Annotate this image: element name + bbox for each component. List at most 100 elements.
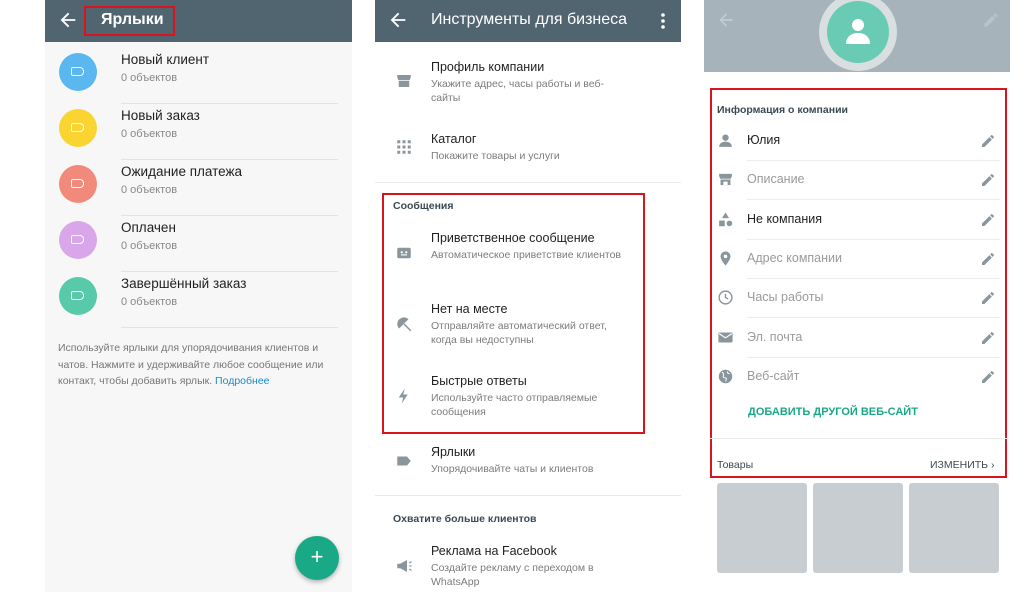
label-list-item[interactable]: Новый клиент 0 объектов: [45, 48, 352, 104]
beach-umbrella-icon: [397, 317, 412, 332]
label-icon: [397, 456, 411, 466]
location-icon: [720, 251, 731, 266]
label-color-circle: [59, 109, 97, 147]
company-info-row[interactable]: Не компания: [704, 201, 1010, 240]
globe-icon: [718, 369, 733, 384]
catalog-grid-icon: [397, 140, 411, 154]
avatar-ring: [819, 0, 897, 71]
label-count: 0 объектов: [121, 72, 178, 84]
divider: [121, 327, 338, 328]
facebook-ads-subtitle: Создайте рекламу с переходом в WhatsApp: [431, 562, 594, 588]
back-arrow-icon[interactable]: [387, 9, 409, 31]
product-tile[interactable]: [717, 483, 807, 573]
label-count: 0 объектов: [121, 128, 178, 140]
business-tools-title: Инструменты для бизнеса: [431, 11, 628, 28]
quick-replies-subtitle: Используйте часто отправляемые сообщения: [431, 392, 598, 418]
company-info-row[interactable]: Веб-сайт: [704, 358, 1010, 397]
lightning-icon: [398, 388, 408, 404]
person-icon: [719, 134, 732, 147]
company-profile-item[interactable]: Профиль компании Укажите адрес, часы раб…: [375, 58, 681, 118]
business-tools-appbar: Инструменты для бизнеса: [375, 0, 681, 42]
label-count: 0 объектов: [121, 184, 178, 196]
edit-cover-icon[interactable]: [982, 11, 1000, 29]
add-label-button[interactable]: +: [295, 536, 339, 580]
company-info-row[interactable]: Эл. почта: [704, 319, 1010, 358]
away-message-item[interactable]: Нет на месте Отправляйте автоматический …: [375, 301, 681, 361]
away-message-title: Нет на месте: [431, 302, 508, 316]
profile-cover: [704, 0, 1010, 72]
goods-label: Товары: [717, 459, 754, 471]
product-tile[interactable]: [813, 483, 903, 573]
business-tools-screen: Инструменты для бизнеса Профиль компании…: [375, 0, 681, 592]
label-name: Оплачен: [121, 220, 176, 235]
label-tag-icon: [71, 235, 84, 244]
divider: [375, 495, 681, 496]
company-info-row[interactable]: Часы работы: [704, 279, 1010, 319]
divider: [375, 182, 681, 183]
store-icon: [719, 174, 732, 186]
label-name: Завершённый заказ: [121, 276, 247, 291]
help-description: Используйте ярлыки для упорядочивания кл…: [58, 342, 324, 387]
avatar[interactable]: [827, 1, 889, 63]
label-list-item[interactable]: Оплачен 0 объектов: [45, 216, 352, 272]
company-info-value: Описание: [747, 172, 805, 187]
edit-pencil-icon[interactable]: [980, 172, 996, 188]
label-list-item[interactable]: Ожидание платежа 0 объектов: [45, 160, 352, 216]
back-arrow-icon[interactable]: [716, 10, 736, 30]
edit-pencil-icon[interactable]: [980, 369, 996, 385]
company-info-value: Часы работы: [747, 290, 824, 305]
edit-pencil-icon[interactable]: [980, 290, 996, 306]
label-list-item[interactable]: Новый заказ 0 объектов: [45, 104, 352, 160]
catalog-item[interactable]: Каталог Покажите товары и услуги: [375, 130, 681, 174]
company-info-value: Не компания: [747, 211, 822, 226]
away-message-subtitle: Отправляйте автоматический ответ, когда …: [431, 320, 607, 346]
learn-more-link[interactable]: Подробнее: [215, 375, 269, 387]
back-arrow-icon[interactable]: [57, 9, 79, 31]
label-count: 0 объектов: [121, 296, 178, 308]
company-info-value: Адрес компании: [747, 250, 843, 265]
goods-change-label: ИЗМЕНИТЬ: [930, 459, 989, 471]
quick-replies-item[interactable]: Быстрые ответы Используйте часто отправл…: [375, 373, 681, 433]
product-tile[interactable]: [909, 483, 999, 573]
megaphone-icon: [397, 560, 412, 572]
catalog-title: Каталог: [431, 132, 477, 146]
edit-pencil-icon[interactable]: [980, 330, 996, 346]
goods-change-button[interactable]: ИЗМЕНИТЬ ›: [930, 459, 995, 471]
title-highlight-box: [84, 6, 175, 36]
label-color-circle: [59, 53, 97, 91]
edit-pencil-icon[interactable]: [980, 251, 996, 267]
more-options-icon[interactable]: [657, 11, 669, 31]
chevron-right-icon: ›: [991, 459, 995, 471]
greeting-message-icon: [397, 247, 411, 259]
company-info-row[interactable]: Юлия: [704, 122, 1010, 161]
labels-item-title: Ярлыки: [431, 445, 476, 459]
label-tag-icon: [71, 67, 84, 76]
label-tag-icon: [71, 291, 84, 300]
facebook-ads-item[interactable]: Реклама на Facebook Создайте рекламу с п…: [375, 543, 681, 592]
company-profile-screen: Информация о компании Юлия Описание Не ком…: [704, 0, 1010, 592]
company-profile-title: Профиль компании: [431, 60, 545, 74]
person-icon: [846, 19, 870, 44]
edit-pencil-icon[interactable]: [980, 212, 996, 228]
catalog-subtitle: Покажите товары и услуги: [431, 150, 560, 162]
greeting-message-subtitle: Автоматическое приветствие клиентов: [431, 249, 621, 261]
label-list-item[interactable]: Завершённый заказ 0 объектов: [45, 272, 352, 328]
divider: [710, 438, 1007, 439]
clock-icon: [718, 290, 733, 305]
company-info-row[interactable]: Описание: [704, 161, 1010, 201]
labels-screen: Ярлыки Новый клиент 0 объектов Новый заказ…: [45, 0, 352, 592]
edit-pencil-icon[interactable]: [980, 133, 996, 149]
company-info-row[interactable]: Адрес компании: [704, 240, 1010, 279]
greeting-message-item[interactable]: Приветственное сообщение Автоматическое …: [375, 230, 681, 290]
store-icon: [397, 75, 411, 87]
labels-item[interactable]: Ярлыки Упорядочивайте чаты и клиентов: [375, 444, 681, 488]
label-name: Ожидание платежа: [121, 164, 243, 179]
label-name: Новый клиент: [121, 52, 210, 67]
labels-item-subtitle: Упорядочивайте чаты и клиентов: [431, 463, 594, 475]
category-icon: [719, 212, 733, 226]
greeting-message-title: Приветственное сообщение: [431, 231, 595, 245]
messages-section-header: Сообщения: [393, 200, 454, 212]
label-name: Новый заказ: [121, 108, 200, 123]
label-color-circle: [59, 221, 97, 259]
add-website-button[interactable]: ДОБАВИТЬ ДРУГОЙ ВЕБ-САЙТ: [748, 406, 918, 418]
